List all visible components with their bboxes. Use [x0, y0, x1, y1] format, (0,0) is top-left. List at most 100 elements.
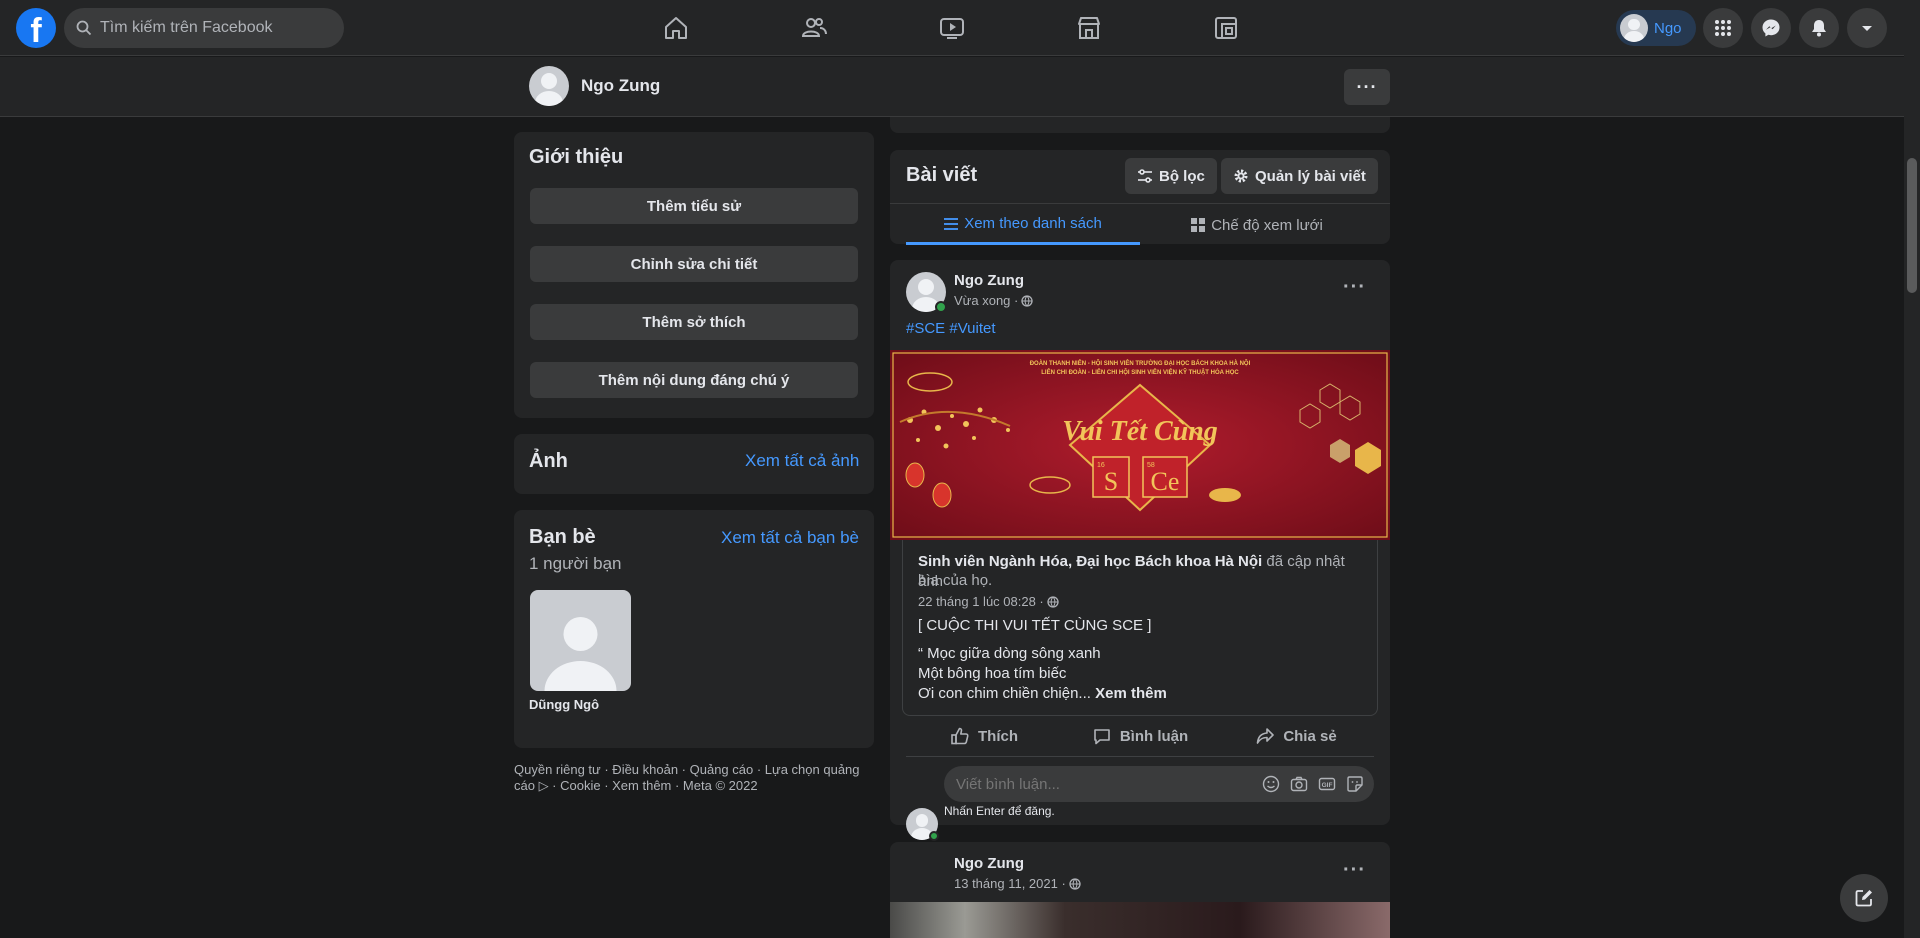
see-all-photos-link[interactable]: Xem tất cả ảnh [745, 451, 859, 471]
edit-details-button[interactable]: Chỉnh sửa chi tiết [530, 246, 858, 282]
post-options-button[interactable]: ··· [1343, 859, 1366, 882]
tab-grid-view[interactable]: Chế độ xem lưới [1140, 205, 1374, 245]
notifications-button[interactable] [1799, 8, 1839, 48]
post-meta: 13 tháng 11, 2021 · [954, 876, 1081, 891]
profile-chip[interactable]: Ngo [1616, 10, 1696, 46]
posts-title: Bài viết [906, 164, 978, 186]
post-image-banner[interactable]: Vui Tết Cùng 16 58 S Ce ĐOÀN THANH NIÊN … [890, 350, 1390, 540]
account-button[interactable] [1847, 8, 1887, 48]
friend-photo[interactable] [530, 590, 631, 691]
groups-icon [1215, 17, 1237, 39]
globe-icon [1069, 877, 1081, 890]
shared-post-time[interactable]: 22 tháng 1 lúc 08:28 · [918, 594, 1044, 609]
shared-action-text-cont: bìa của họ. [918, 572, 993, 589]
notifications-icon [1812, 20, 1826, 37]
comment-tools: GIF [1262, 775, 1374, 793]
footer-links-line2[interactable]: cáo ▷ · Cookie · Xem thêm · Meta © 2022 [514, 778, 758, 794]
banner-header-line1: ĐOÀN THANH NIÊN - HỘI SINH VIÊN TRƯỜNG Đ… [1030, 359, 1251, 367]
add-hobbies-button[interactable]: Thêm sở thích [530, 304, 858, 340]
shared-post-line1: “ Mọc giữa dòng sông xanh [918, 645, 1101, 662]
comment-box[interactable]: GIF [944, 766, 1374, 802]
marketplace-icon [1078, 17, 1100, 39]
watch-tab[interactable] [896, 0, 1008, 56]
sticker-icon[interactable] [1346, 775, 1364, 793]
search-bar[interactable] [64, 8, 344, 48]
profile-sticky-header [0, 57, 1904, 117]
friends-icon [801, 18, 827, 37]
home-tab[interactable] [620, 0, 732, 56]
messenger-button[interactable] [1751, 8, 1791, 48]
banner-element-ce: Ce [1151, 467, 1180, 496]
photos-title[interactable]: Ảnh [529, 450, 568, 473]
post-options-button[interactable]: ··· [1343, 276, 1366, 299]
scrollbar-thumb[interactable] [1907, 158, 1917, 293]
friends-tab[interactable] [758, 0, 870, 56]
watch-icon [940, 18, 964, 39]
see-all-friends-link[interactable]: Xem tất cả bạn bè [721, 528, 859, 548]
post-author-name[interactable]: Ngo Zung [954, 855, 1024, 872]
post-image[interactable] [890, 902, 1390, 938]
shared-post-line3: Ơi con chim chiền chiện... Xem thêm [918, 685, 1167, 702]
marketplace-tab[interactable] [1033, 0, 1145, 56]
profile-name[interactable]: Ngo Zung [581, 76, 660, 96]
online-indicator [929, 831, 939, 841]
profile-chip-name: Ngo [1654, 19, 1682, 37]
shared-post-line3-text: Ơi con chim chiền chiện... [918, 685, 1091, 702]
home-icon [665, 17, 687, 39]
facebook-logo[interactable]: f [16, 8, 56, 48]
intro-title: Giới thiệu [529, 146, 624, 168]
groups-tab[interactable] [1170, 0, 1282, 56]
see-more-link[interactable]: Xem thêm [1091, 685, 1167, 702]
banner-element-s: S [1104, 467, 1118, 496]
tab-list-view[interactable]: Xem theo danh sách [906, 205, 1140, 245]
divider [890, 203, 1390, 204]
gear-icon [1234, 169, 1248, 183]
post-time[interactable]: 13 tháng 11, 2021 · [954, 876, 1066, 891]
comment-enter-hint: Nhấn Enter để đăng. [944, 804, 1055, 818]
online-indicator [935, 301, 947, 313]
search-icon [76, 20, 92, 36]
banner-title: Vui Tết Cùng [1062, 416, 1218, 447]
shared-post-title: [ CUỘC THI VUI TẾT CÙNG SCE ] [918, 617, 1152, 634]
messenger-icon [1762, 19, 1780, 37]
avatar-image [529, 66, 569, 106]
menu-button[interactable] [1703, 8, 1743, 48]
post-hashtags[interactable]: #SCE #Vuitet [906, 320, 996, 337]
friend-name[interactable]: Dũngg Ngô [529, 697, 599, 712]
post-author-name[interactable]: Ngo Zung [954, 272, 1024, 289]
avatar [1620, 14, 1648, 42]
camera-icon[interactable] [1290, 775, 1308, 793]
gif-icon[interactable]: GIF [1318, 775, 1336, 793]
shared-page-name[interactable]: Sinh viên Ngành Hóa, Đại học Bách khoa H… [918, 553, 1262, 570]
account-caret-icon [1862, 26, 1872, 31]
add-bio-button[interactable]: Thêm tiểu sử [530, 188, 858, 224]
search-input[interactable] [100, 19, 320, 37]
previous-card-end [890, 117, 1390, 133]
shared-post-line2: Một bông hoa tím biếc [918, 665, 1067, 682]
share-icon [1257, 728, 1275, 744]
filter-icon [1138, 169, 1152, 183]
menu-grid-icon [1715, 20, 1731, 36]
footer-links-line1[interactable]: Quyền riêng tư · Điều khoản · Quảng cáo … [514, 762, 860, 777]
comment-button[interactable]: Bình luận [1062, 718, 1218, 754]
share-button[interactable]: Chia sẻ [1218, 718, 1374, 754]
profile-more-button[interactable]: ··· [1344, 69, 1390, 105]
profile-avatar[interactable] [529, 66, 569, 106]
commenter-avatar[interactable] [906, 808, 939, 841]
emoji-icon[interactable] [1262, 775, 1280, 793]
manage-posts-button[interactable]: Quản lý bài viết [1221, 158, 1378, 194]
filter-button[interactable]: Bộ lọc [1125, 158, 1217, 194]
comment-icon [1094, 729, 1110, 745]
tab-grid-label: Chế độ xem lưới [1211, 216, 1323, 234]
like-button[interactable]: Thích [906, 718, 1062, 754]
new-message-button[interactable] [1840, 874, 1888, 922]
friend-count: 1 người bạn [529, 554, 622, 573]
page-scrollbar[interactable] [1904, 0, 1920, 938]
post-time[interactable]: Vừa xong · [954, 293, 1018, 308]
filter-label: Bộ lọc [1159, 167, 1205, 185]
comment-input[interactable] [956, 775, 1256, 793]
friends-title[interactable]: Bạn bè [529, 526, 596, 549]
add-featured-button[interactable]: Thêm nội dung đáng chú ý [530, 362, 858, 398]
globe-icon [1047, 595, 1059, 608]
post-author-avatar[interactable] [906, 272, 947, 313]
